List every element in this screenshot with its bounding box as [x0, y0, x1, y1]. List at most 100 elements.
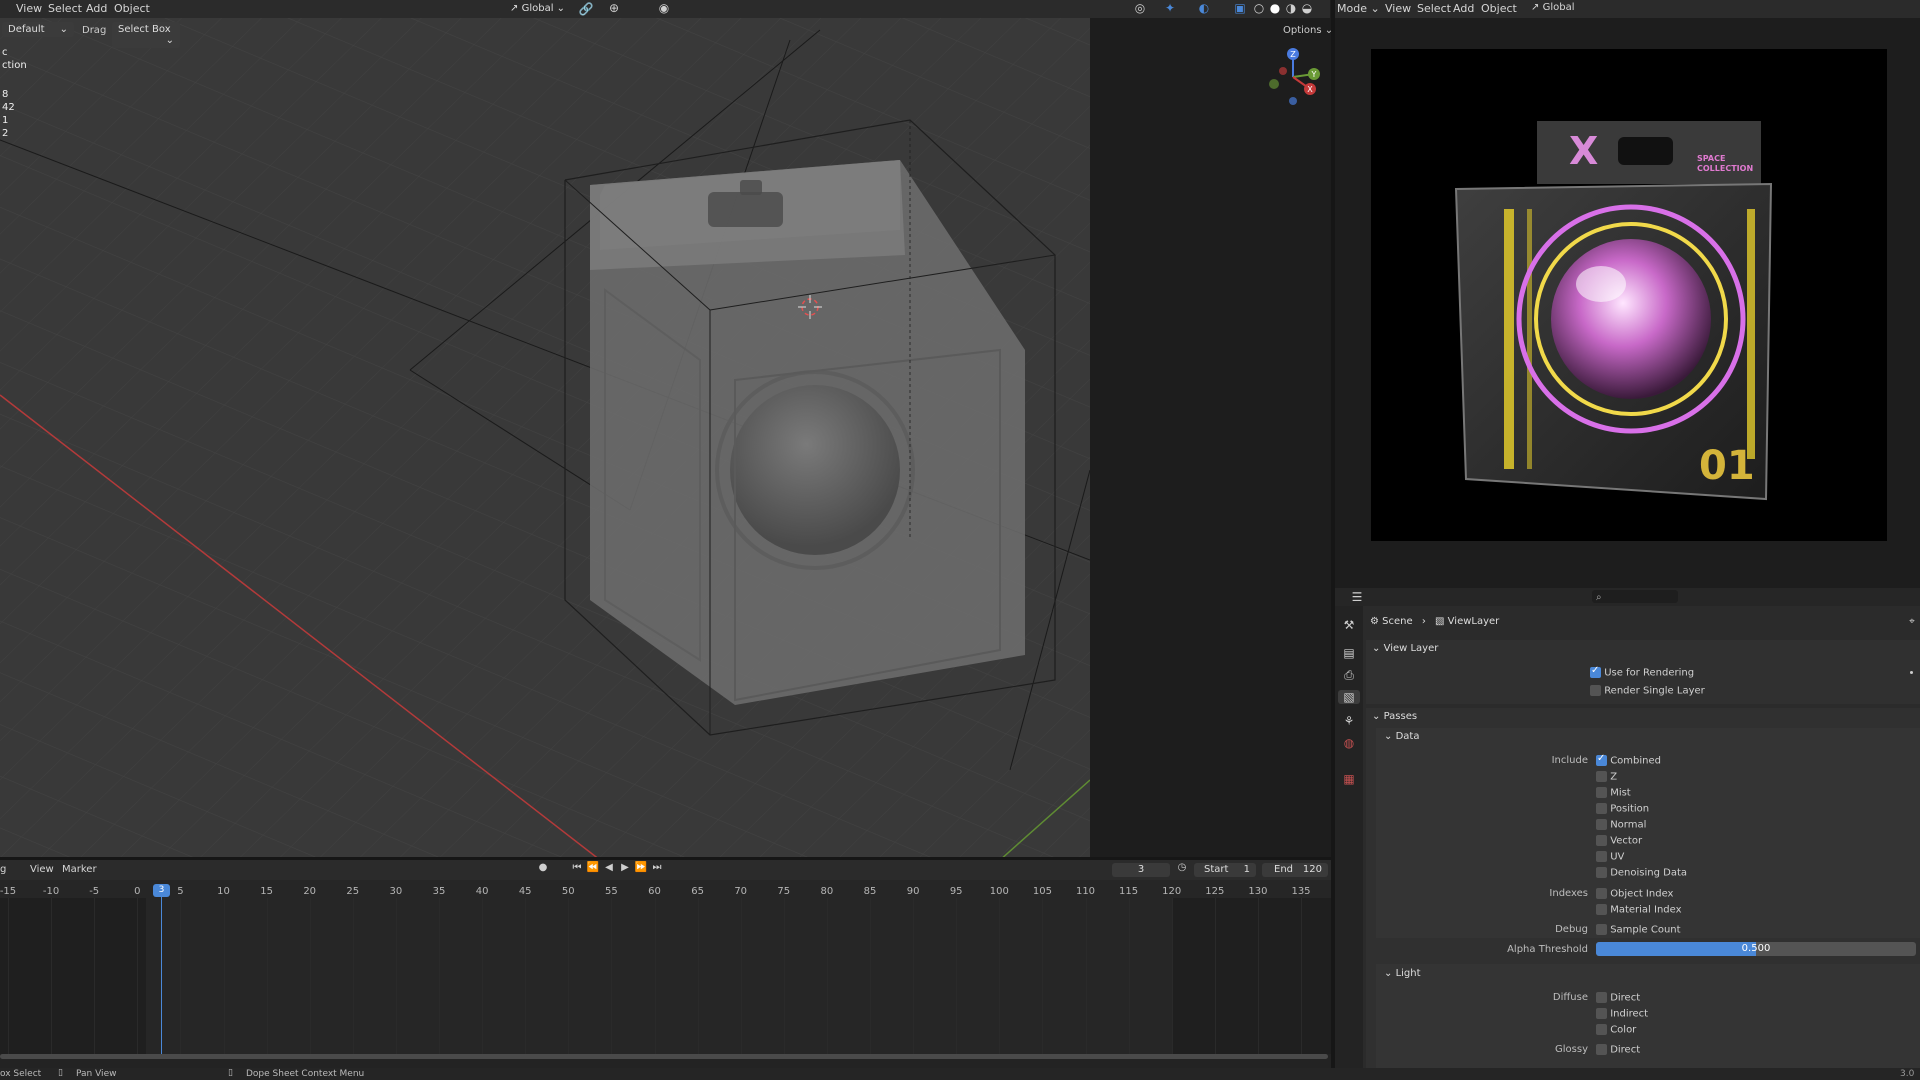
snap-icon[interactable]: ⊕	[606, 1, 622, 15]
menu-select[interactable]: Select	[48, 2, 82, 15]
panel-passes-header[interactable]: ⌄ Passes	[1372, 711, 1417, 722]
viewport-3d[interactable]: c ction 8 42 1 2	[0, 0, 1090, 860]
clock-icon[interactable]: ◷	[1175, 862, 1189, 873]
jump-keyframe-back-icon[interactable]: ⏪	[586, 862, 600, 873]
use-for-rendering-label: Use for Rendering	[1604, 667, 1695, 679]
start-frame-field[interactable]: Start 1	[1194, 863, 1256, 877]
subpanel-light-header[interactable]: ⌄ Light	[1384, 968, 1421, 979]
proportional-edit-icon[interactable]: ◉	[656, 1, 672, 15]
pass-denoising-data[interactable]: Denoising Data	[1596, 867, 1687, 879]
overlay-toggle-icon[interactable]: ◐	[1196, 1, 1212, 15]
world-tab-icon[interactable]: ◍	[1340, 736, 1358, 750]
timeline-gridline	[956, 898, 958, 1054]
playhead[interactable]	[161, 884, 162, 1054]
pass-combined[interactable]: Combined	[1596, 753, 1661, 767]
end-label: End	[1274, 864, 1294, 875]
axis-gizmo-widget-main[interactable]: Z Y X	[1262, 46, 1324, 108]
render-preview[interactable]: X SPACE COLLECTION 01	[1371, 49, 1887, 541]
play-reverse-icon[interactable]: ◀	[602, 862, 616, 873]
wireframe-shading-icon[interactable]: ○	[1252, 1, 1266, 15]
render-brand-line1: SPACE	[1697, 154, 1725, 163]
properties-search-input[interactable]: ⌕	[1592, 590, 1678, 603]
material-shading-icon[interactable]: ◑	[1284, 1, 1298, 15]
transform-orientation-dropdown[interactable]: ↗ Global ⌄	[510, 3, 565, 14]
pass-vector[interactable]: Vector	[1596, 835, 1642, 847]
use-for-rendering-checkbox[interactable]: Use for Rendering	[1590, 665, 1695, 679]
record-icon[interactable]: ●	[536, 862, 550, 873]
timeline-menu-view[interactable]: View	[30, 864, 54, 875]
render-single-layer-checkbox[interactable]: Render Single Layer	[1590, 685, 1705, 697]
output-tab-icon[interactable]: ⎙	[1340, 668, 1358, 683]
playhead-marker[interactable]: 3	[153, 884, 170, 897]
orientation-default-dropdown[interactable]: Default ⌄	[2, 22, 74, 37]
diffuse-color[interactable]: Color	[1596, 1024, 1636, 1036]
timeline-gridline	[999, 898, 1001, 1054]
pass-position[interactable]: Position	[1596, 803, 1649, 815]
pass-z[interactable]: Z	[1596, 771, 1617, 783]
pass-uv[interactable]: UV	[1596, 851, 1624, 863]
pass-label: Direct	[1610, 1044, 1641, 1056]
menu-add[interactable]: Add	[86, 2, 107, 15]
end-frame-field[interactable]: End 120	[1262, 863, 1328, 877]
timeline-tick-label: 50	[561, 886, 575, 897]
view-layer-tab-icon[interactable]: ▧	[1338, 690, 1360, 704]
breadcrumb-scene[interactable]: Scene	[1382, 616, 1413, 627]
glossy-direct[interactable]: Direct	[1596, 1044, 1640, 1056]
pass-material-index[interactable]: Material Index	[1596, 904, 1682, 916]
editor-type-icon[interactable]: ☰	[1348, 590, 1366, 604]
pass-sample-count[interactable]: Sample Count	[1596, 924, 1681, 936]
texture-tab-icon[interactable]: ▦	[1340, 772, 1358, 786]
diffuse-indirect[interactable]: Indirect	[1596, 1008, 1648, 1020]
visibility-icon[interactable]: ◎	[1132, 1, 1148, 15]
menu-view[interactable]: View	[16, 2, 42, 15]
area-divider[interactable]	[0, 857, 1335, 860]
pass-mist[interactable]: Mist	[1596, 787, 1631, 799]
right-orientation-dropdown[interactable]: ↗ Global	[1531, 2, 1574, 13]
area-divider[interactable]	[1331, 0, 1335, 1068]
timeline-gridline	[439, 898, 440, 1054]
options-dropdown[interactable]: Options ⌄	[1283, 25, 1333, 36]
breadcrumb-view-layer[interactable]: ViewLayer	[1448, 616, 1500, 627]
right-menu-select[interactable]: Select	[1417, 2, 1451, 15]
menu-object[interactable]: Object	[114, 2, 150, 15]
viewport-scene[interactable]	[0, 0, 1090, 860]
timeline-gridline	[223, 898, 225, 1054]
status-pan-view-hint: Pan View	[76, 1069, 117, 1079]
play-icon[interactable]: ▶	[618, 862, 632, 873]
pivot-icon[interactable]: 🔗	[578, 2, 594, 16]
xray-toggle-icon[interactable]: ▣	[1232, 1, 1248, 15]
jump-keyframe-forward-icon[interactable]: ⏩	[634, 862, 648, 873]
checkbox-icon	[1596, 803, 1607, 814]
timeline-menu-marker[interactable]: Marker	[62, 864, 97, 875]
select-box-dropdown[interactable]: Select Box ⌄	[112, 22, 180, 48]
right-menu-add[interactable]: Add	[1453, 2, 1474, 15]
jump-start-icon[interactable]: ⏮	[570, 862, 584, 873]
render-tab-icon[interactable]: ▤	[1340, 646, 1358, 660]
dot-indicator	[1910, 671, 1913, 674]
mode-dropdown[interactable]: Mode ⌄	[1337, 2, 1380, 15]
indexes-label: Indexes	[1549, 888, 1588, 899]
right-menu-view[interactable]: View	[1385, 2, 1411, 15]
timeline-tick-label: 20	[303, 886, 317, 897]
scene-tab-icon[interactable]: ⚘	[1340, 714, 1358, 728]
solid-shading-icon[interactable]: ●	[1268, 1, 1282, 15]
gizmo-toggle-icon[interactable]: ✦	[1162, 1, 1178, 15]
svg-text:X: X	[1307, 85, 1313, 94]
pass-label: Denoising Data	[1610, 867, 1688, 879]
rendered-shading-icon[interactable]: ◒	[1300, 1, 1314, 15]
diffuse-direct[interactable]: Direct	[1596, 992, 1640, 1004]
current-frame-field[interactable]: 3	[1112, 863, 1170, 877]
right-menu-object[interactable]: Object	[1481, 2, 1517, 15]
timeline-scrollbar[interactable]	[0, 1054, 1328, 1059]
tool-tab-icon[interactable]: ⚒	[1340, 618, 1358, 632]
alpha-threshold-slider[interactable]: 0.500	[1596, 942, 1916, 956]
pass-label: Direct	[1610, 992, 1641, 1004]
pass-object-index[interactable]: Object Index	[1596, 888, 1673, 900]
scene-icon: ⚙	[1370, 616, 1379, 627]
pass-normal[interactable]: Normal	[1596, 819, 1646, 831]
jump-end-icon[interactable]: ⏭	[650, 862, 664, 873]
panel-view-layer-header[interactable]: ⌄ View Layer	[1372, 643, 1438, 654]
timeline-mode-menu[interactable]: g	[0, 864, 6, 875]
subpanel-data-header[interactable]: ⌄ Data	[1384, 731, 1419, 742]
pin-icon[interactable]: ⌖	[1906, 616, 1918, 627]
